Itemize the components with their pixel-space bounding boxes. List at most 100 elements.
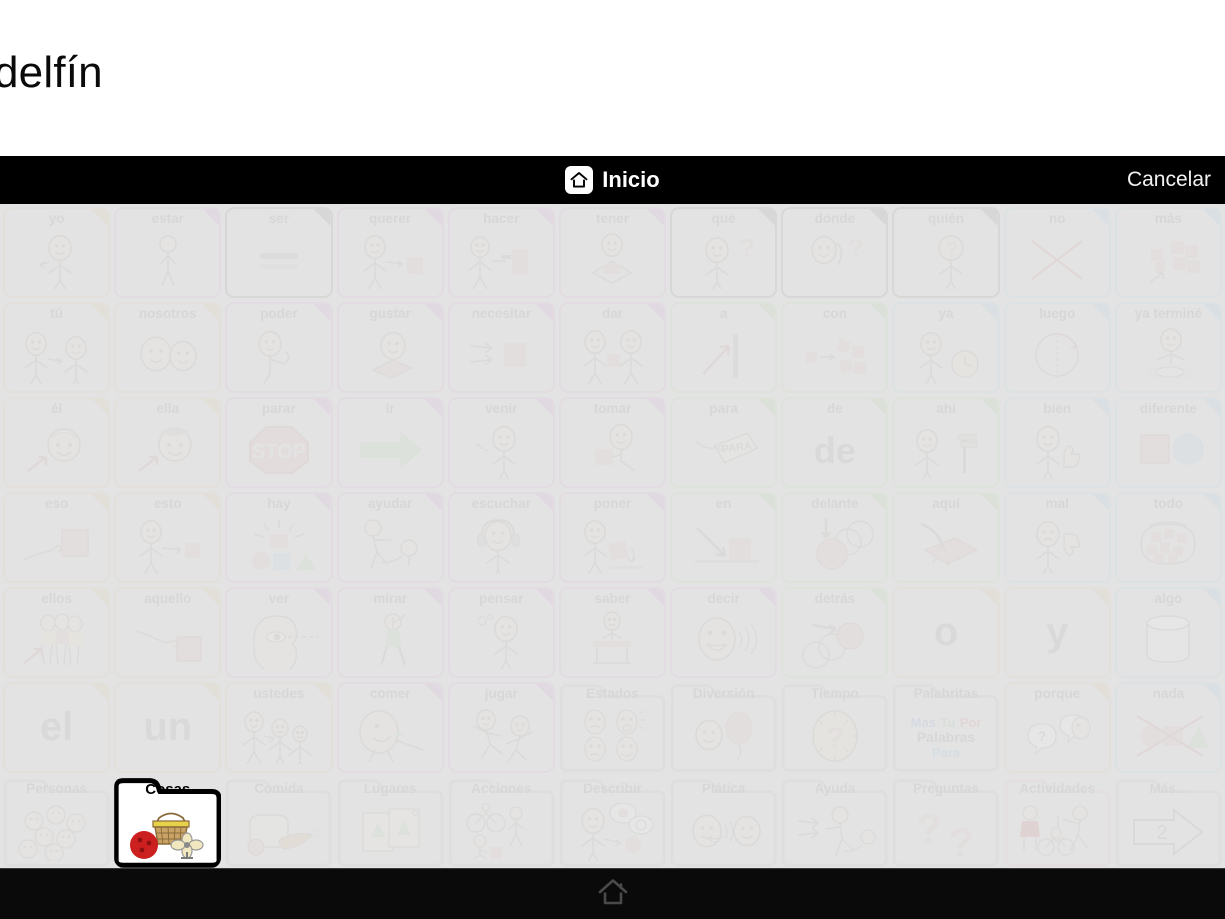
- board-cell-de[interactable]: de de: [781, 397, 889, 488]
- board-cell-más[interactable]: Más... 2: [1115, 777, 1222, 868]
- cell-symbol: [1006, 321, 1109, 389]
- board-cell-esto[interactable]: esto: [114, 492, 222, 583]
- board-cell-querer[interactable]: querer: [336, 207, 444, 298]
- cell-label: Describir: [583, 781, 642, 796]
- board-cell-dónde[interactable]: dónde ?: [781, 207, 889, 298]
- board-cell-algo[interactable]: algo: [1114, 587, 1222, 678]
- board-cell-o[interactable]: o: [892, 587, 1000, 678]
- board-cell-ser[interactable]: ser: [225, 207, 333, 298]
- board-cell-ir[interactable]: ir: [336, 397, 444, 488]
- board-cell-hacer[interactable]: hacer: [447, 207, 555, 298]
- board-cell-delante[interactable]: delante: [781, 492, 889, 583]
- cell-label: poner: [593, 496, 632, 511]
- board-cell-palabritas[interactable]: Palabritas Mas Tu Por Palabras Para: [892, 682, 999, 773]
- talking-face-icon: [681, 611, 767, 669]
- board-cell-venir[interactable]: venir: [447, 397, 555, 488]
- board-cell-eso[interactable]: eso: [3, 492, 111, 583]
- board-cell-saber[interactable]: saber: [558, 587, 667, 678]
- board-cell-quién[interactable]: quién ?: [892, 207, 1000, 298]
- board-cell-tiempo[interactable]: Tiempo ?: [781, 682, 888, 773]
- cancel-button[interactable]: Cancelar: [1127, 168, 1211, 192]
- board-cell-poner[interactable]: poner: [558, 492, 667, 583]
- home-outline-icon[interactable]: [596, 875, 630, 914]
- cell-label: ser: [268, 211, 290, 226]
- board-cell-él[interactable]: él: [3, 397, 111, 488]
- board-cell-cosas[interactable]: Cosas: [114, 777, 221, 868]
- board-cell-decir[interactable]: decir: [670, 587, 778, 678]
- board-cell-ayudar[interactable]: ayudar: [336, 492, 444, 583]
- board-cell-necesitar[interactable]: necesitar: [447, 302, 555, 393]
- board-cell-en[interactable]: en: [670, 492, 778, 583]
- board-cell-ya-terminé[interactable]: ya terminé: [1114, 302, 1222, 393]
- board-cell-parar[interactable]: parar STOP: [225, 397, 333, 488]
- board-cell-tener[interactable]: tener: [558, 207, 667, 298]
- board-cell-bien[interactable]: bien: [1003, 397, 1111, 488]
- board-cell-diversión[interactable]: Diversión: [670, 682, 777, 773]
- board-cell-comer[interactable]: comer: [336, 682, 444, 773]
- board-cell-poder[interactable]: poder: [225, 302, 333, 393]
- board-cell-mirar[interactable]: mirar: [336, 587, 444, 678]
- board-cell-jugar[interactable]: jugar: [447, 682, 555, 773]
- more-blocks-arrow-icon: [1125, 231, 1211, 289]
- board-cell-aquello[interactable]: aquello: [114, 587, 222, 678]
- cell-label: ella: [156, 401, 180, 416]
- board-cell-porque[interactable]: porque ?: [1003, 682, 1111, 773]
- board-cell-actividades[interactable]: Actividades: [1004, 777, 1111, 868]
- board-cell-diferente[interactable]: diferente: [1114, 397, 1222, 488]
- board-cell-aquí[interactable]: aquí: [892, 492, 1000, 583]
- cell-symbol: [450, 606, 553, 674]
- board-cell-ver[interactable]: ver: [225, 587, 333, 678]
- arrow-onto-surface-icon: [681, 516, 767, 574]
- board-cell-a[interactable]: a: [670, 302, 778, 393]
- board-cell-detrás[interactable]: detrás: [781, 587, 889, 678]
- board-cell-comida[interactable]: Comida: [225, 777, 332, 868]
- board-cell-plática[interactable]: Plática: [670, 777, 777, 868]
- board-cell-luego[interactable]: luego: [1003, 302, 1111, 393]
- board-cell-todo[interactable]: todo: [1114, 492, 1222, 583]
- board-cell-ella[interactable]: ella: [114, 397, 222, 488]
- board-cell-escuchar[interactable]: escuchar: [447, 492, 555, 583]
- cell-label: Actividades: [1019, 781, 1096, 796]
- board-cell-ellos[interactable]: ellos: [3, 587, 111, 678]
- board-cell-ahí[interactable]: ahí: [892, 397, 1000, 488]
- eye-looking-icon: [236, 611, 322, 669]
- board-cell-ya[interactable]: ya: [892, 302, 1000, 393]
- board-cell-mal[interactable]: mal: [1003, 492, 1111, 583]
- message-window[interactable]: delfín: [0, 0, 1225, 156]
- cell-label: ayudar: [367, 496, 413, 511]
- cell-symbol: [1117, 701, 1220, 769]
- board-cell-qué[interactable]: qué ?: [670, 207, 778, 298]
- board-cell-estados[interactable]: Estados: [559, 682, 666, 773]
- svg-text:2: 2: [1157, 822, 1168, 844]
- hammering-icon: [458, 231, 544, 289]
- board-cell-nosotros[interactable]: nosotros: [114, 302, 222, 393]
- board-cell-ayuda[interactable]: Ayuda: [781, 777, 888, 868]
- board-cell-pensar[interactable]: pensar: [447, 587, 555, 678]
- board-cell-el[interactable]: el: [3, 682, 111, 773]
- placing-object-down-icon: [569, 516, 655, 574]
- board-cell-estar[interactable]: estar: [114, 207, 222, 298]
- board-cell-con[interactable]: con: [781, 302, 889, 393]
- board-cell-nada[interactable]: nada: [1114, 682, 1222, 773]
- cell-symbol: ?: [1006, 701, 1109, 769]
- board-cell-hay[interactable]: hay: [225, 492, 333, 583]
- board-cell-yo[interactable]: yo: [3, 207, 111, 298]
- board-cell-preguntas[interactable]: Preguntas ??: [892, 777, 999, 868]
- board-cell-más[interactable]: más: [1114, 207, 1222, 298]
- board-cell-acciones[interactable]: Acciones: [448, 777, 555, 868]
- board-cell-no[interactable]: no: [1003, 207, 1111, 298]
- board-cell-tomar[interactable]: tomar: [558, 397, 667, 488]
- cell-symbol: [559, 702, 666, 771]
- board-cell-lugares[interactable]: Lugares: [337, 777, 444, 868]
- cell-label: nada: [1152, 686, 1185, 701]
- board-cell-ustedes[interactable]: ustedes: [225, 682, 333, 773]
- board-cell-describir[interactable]: Describir: [559, 777, 666, 868]
- board-cell-y[interactable]: y: [1003, 587, 1111, 678]
- board-cell-para[interactable]: para PARA: [670, 397, 778, 488]
- board-cell-un[interactable]: un: [114, 682, 222, 773]
- board-cell-personas[interactable]: Personas: [3, 777, 110, 868]
- board-cell-gustar[interactable]: gustar: [336, 302, 444, 393]
- board-cell-dar[interactable]: dar: [558, 302, 667, 393]
- board-cell-tú[interactable]: tú: [3, 302, 111, 393]
- cell-label: dar: [601, 306, 623, 321]
